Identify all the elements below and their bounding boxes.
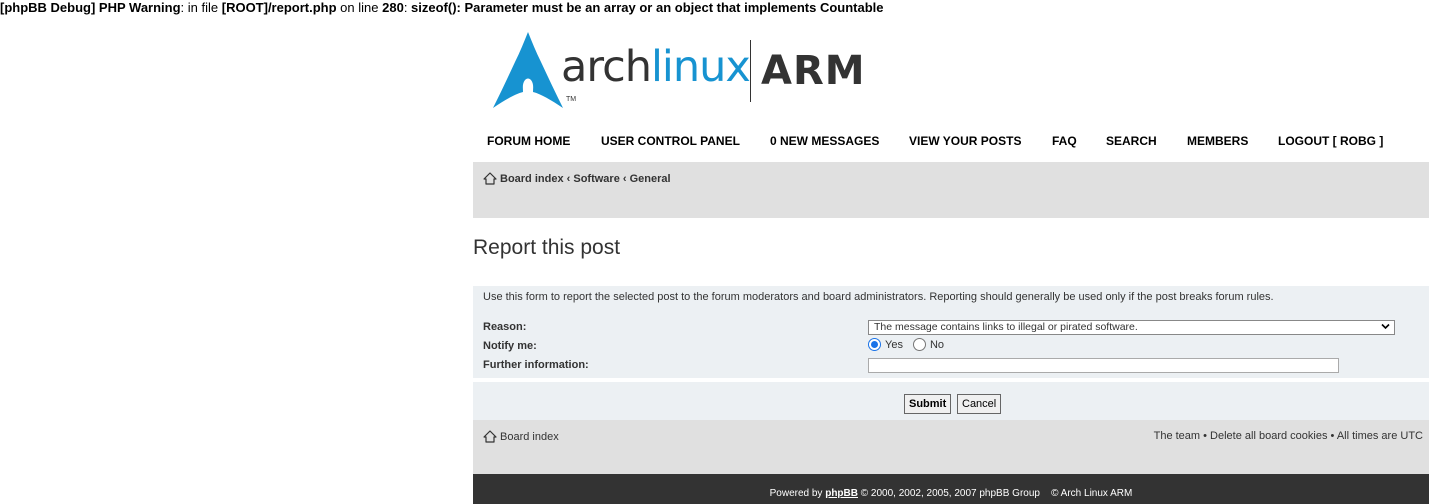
further-info-label: Further information: [483,359,589,371]
home-icon [483,430,497,443]
page-title: Report this post [473,236,621,259]
logo-arm: ARM [761,48,866,94]
reason-label: Reason: [483,321,527,333]
chevron-down-icon [1380,321,1391,336]
logo-tm: TM [566,96,577,103]
form-intro: Use this form to report the selected pos… [483,291,1274,303]
logo-linux: linux [650,42,751,92]
nav-logout[interactable]: LOGOUT [ ROBG ] [1278,134,1383,148]
copyright-text: Powered by phpBB © 2000, 2002, 2005, 200… [473,488,1429,499]
notify-yes-radio[interactable] [868,338,881,351]
notify-yes-label: Yes [885,339,903,351]
breadcrumb-software[interactable]: Software [573,173,619,185]
footer-timezone: All times are UTC [1336,430,1423,442]
footer-links: The team • Delete all board cookies • Al… [1153,430,1423,442]
nav-user-control-panel[interactable]: USER CONTROL PANEL [601,134,740,148]
main-nav: FORUM HOME USER CONTROL PANEL 0 NEW MESS… [473,134,1429,152]
nav-forum-home[interactable]: FORUM HOME [487,134,570,148]
reason-selected-value: The message contains links to illegal or… [874,321,1138,333]
footer-nav-bar: Board index The team • Delete all board … [473,420,1429,474]
phpbb-link[interactable]: phpBB [825,488,858,499]
breadcrumb-sep-1: ‹ [563,173,574,185]
breadcrumb-board-index[interactable]: Board index [500,173,564,185]
home-icon [483,172,497,185]
notify-radio-group: Yes No [868,338,944,351]
nav-search[interactable]: SEARCH [1106,134,1157,148]
reason-select[interactable]: The message contains links to illegal or… [868,320,1395,335]
nav-faq[interactable]: FAQ [1052,134,1077,148]
site-logo[interactable]: archlinux TM ARM [493,32,893,108]
debug-line: 280 [382,0,404,15]
notify-label: Notify me: [483,340,537,352]
debug-in-file: : in file [180,0,222,15]
arch-triangle-icon [493,32,563,108]
footer-the-team[interactable]: The team [1154,430,1200,442]
breadcrumb-bar: Board index ‹ Software ‹ General [473,162,1429,218]
logo-wordmark: archlinux [561,42,751,92]
notify-no-radio[interactable] [912,338,926,351]
powered-by: Powered by [769,488,826,499]
debug-warning: [phpBB Debug] PHP Warning: in file [ROOT… [0,0,884,15]
breadcrumb: Board index ‹ Software ‹ General [500,173,671,185]
nav-view-your-posts[interactable]: VIEW YOUR POSTS [909,134,1021,148]
footer-delete-cookies[interactable]: Delete all board cookies [1210,430,1327,442]
breadcrumb-general[interactable]: General [630,173,671,185]
debug-file: [ROOT]/report.php [221,0,337,15]
debug-sep: : [403,0,412,15]
nav-members[interactable]: MEMBERS [1187,134,1248,148]
copyright-notice: © 2000, 2002, 2005, 2007 phpBB Group © A… [858,488,1133,499]
debug-message: sizeof(): Parameter must be an array or … [411,0,884,15]
submit-button[interactable]: Submit [904,394,952,414]
debug-prefix: [phpBB Debug] PHP Warning [0,0,181,15]
copyright-bar: Powered by phpBB © 2000, 2002, 2005, 200… [473,474,1429,504]
breadcrumb-sep-2: ‹ [619,173,630,185]
footer-board-index[interactable]: Board index [500,431,559,443]
nav-new-messages[interactable]: 0 NEW MESSAGES [770,134,879,148]
debug-on-line: on line [336,0,383,15]
logo-divider [750,40,751,102]
report-form-panel: Use this form to report the selected pos… [473,286,1429,378]
further-info-input[interactable] [868,358,1339,373]
notify-no-label: No [929,339,945,351]
logo-arch: arch [561,42,652,92]
cancel-button[interactable]: Cancel [957,394,1002,414]
